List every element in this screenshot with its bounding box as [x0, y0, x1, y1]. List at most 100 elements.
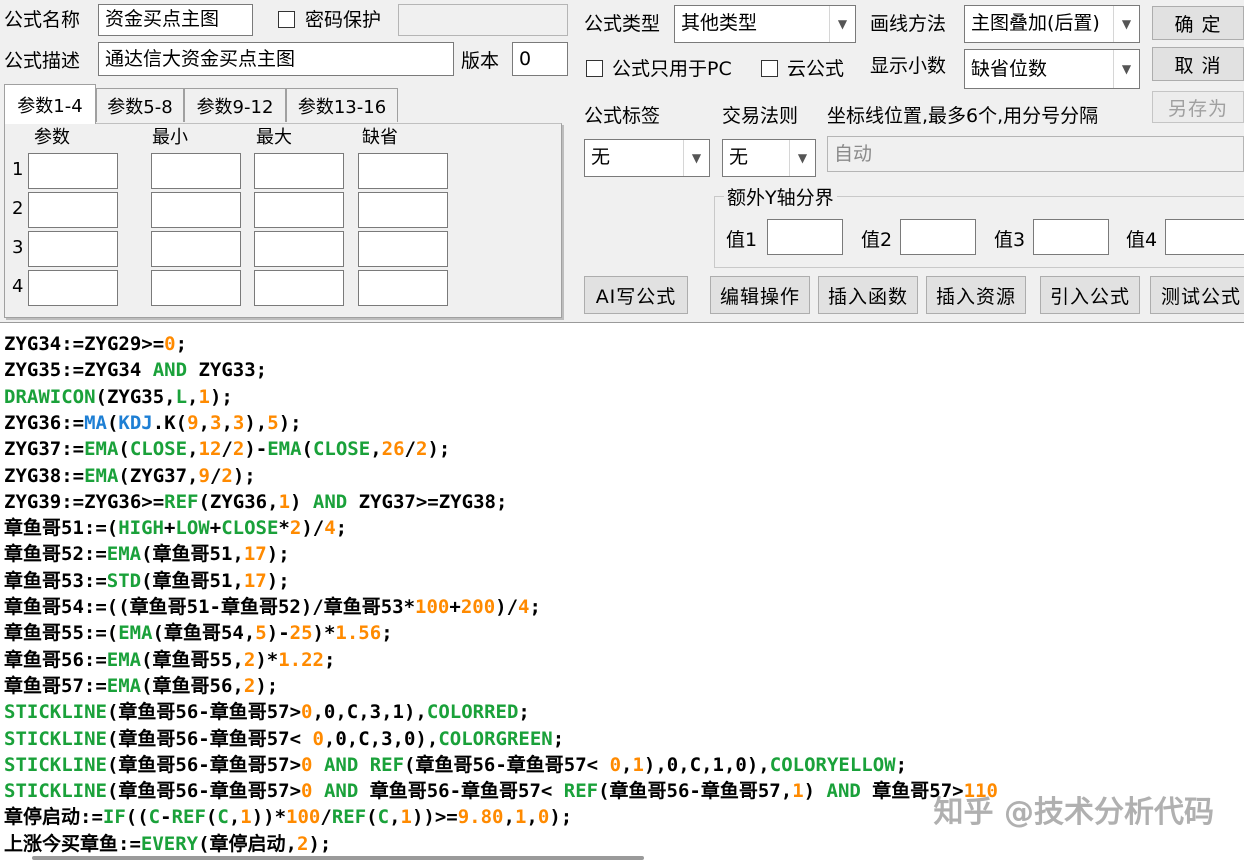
code-token: REF [369, 753, 405, 776]
param-1-default-input[interactable] [358, 153, 448, 189]
code-token: EMA [106, 648, 142, 671]
param-4-name-input[interactable] [28, 270, 118, 306]
code-token: 1 [514, 806, 527, 829]
cloud-checkbox[interactable] [761, 60, 778, 77]
draw-method-label: 画线方法 [870, 13, 947, 35]
param-3-name-input[interactable] [28, 231, 118, 267]
code-token: (章鱼哥56-章鱼哥57< [106, 727, 313, 750]
code-token: )- [244, 438, 268, 461]
pc-only-checkbox[interactable] [586, 60, 603, 77]
code-token: EMA [106, 543, 142, 566]
code-token: ,0,C,3,0), [323, 727, 439, 750]
password-checkbox[interactable] [278, 11, 295, 28]
code-token: 章鱼哥56-章鱼哥57< [358, 780, 564, 803]
code-line: 章鱼哥55:=(EMA(章鱼哥54,5)-25)*1.56; [4, 620, 393, 646]
param-4-default-input[interactable] [358, 270, 448, 306]
pc-only-label: 公式只用于PC [612, 58, 732, 80]
code-token: 章停启动:= [4, 806, 103, 829]
tab-params-1-4[interactable]: 参数1-4 [4, 84, 96, 124]
code-line: 上涨今买章鱼:=EVERY(章停启动,2); [4, 831, 331, 857]
param-2-min-input[interactable] [151, 192, 241, 228]
version-input[interactable]: 0 [512, 42, 568, 76]
code-token: C [148, 806, 161, 829]
trade-rule-value: 无 [729, 146, 749, 168]
code-token: ; [518, 701, 530, 724]
code-token: ); [266, 569, 290, 592]
save-as-button[interactable]: 另存为 [1152, 91, 1244, 123]
code-token: / [209, 464, 222, 487]
code-token: 12 [198, 438, 222, 461]
code-token: (章鱼哥51, [141, 569, 244, 592]
cancel-button[interactable]: 取 消 [1152, 47, 1244, 81]
formula-tag-select[interactable]: 无 ▼ [584, 139, 710, 177]
code-token: * [278, 517, 290, 540]
code-line: 章鱼哥57:=EMA(章鱼哥56,2); [4, 673, 278, 699]
code-token: 章鱼哥52:= [4, 543, 107, 566]
code-token: 0 [609, 753, 622, 776]
ai-write-button[interactable]: AI写公式 [584, 276, 688, 314]
formula-tag-label: 公式标签 [584, 105, 661, 127]
code-token: 2 [243, 648, 256, 671]
import-formula-button[interactable]: 引入公式 [1040, 276, 1140, 314]
cloud-label: 云公式 [787, 58, 845, 80]
code-token: L [175, 385, 188, 408]
tab-params-5-8[interactable]: 参数5-8 [96, 88, 184, 122]
code-token: 1 [278, 490, 291, 513]
param-3-max-input[interactable] [254, 231, 344, 267]
code-token: )* [312, 622, 336, 645]
horizontal-scrollbar[interactable] [32, 856, 644, 860]
param-4-max-input[interactable] [254, 270, 344, 306]
code-token: 2 [289, 517, 302, 540]
code-token: 0 [301, 701, 313, 724]
param-3-default-input[interactable] [358, 231, 448, 267]
yaxis-value-4-input[interactable] [1165, 219, 1244, 255]
tab-params-13-16[interactable]: 参数13-16 [286, 88, 398, 122]
yaxis-value-2-input[interactable] [900, 219, 976, 255]
code-token: 2 [243, 674, 256, 697]
edit-ops-button[interactable]: 编辑操作 [710, 276, 810, 314]
password-input[interactable] [398, 4, 568, 36]
code-token: (章鱼哥56-章鱼哥57> [106, 701, 302, 724]
formula-desc-input[interactable]: 通达信大资金买点主图 [98, 42, 454, 76]
param-1-min-input[interactable] [151, 153, 241, 189]
code-token: (章停启动, [198, 832, 297, 855]
param-2-name-input[interactable] [28, 192, 118, 228]
code-token: (章鱼哥51, [141, 543, 244, 566]
coord-line-input[interactable]: 自动 [827, 136, 1244, 172]
test-formula-button[interactable]: 测试公式 [1150, 276, 1244, 314]
draw-method-select[interactable]: 主图叠加(后置) ▼ [964, 5, 1140, 43]
yaxis-value-1-input[interactable] [767, 219, 843, 255]
tab-params-9-12[interactable]: 参数9-12 [184, 88, 286, 122]
code-token: + [209, 517, 222, 540]
code-line: 章鱼哥54:=((章鱼哥51-章鱼哥52)/章鱼哥53*100+200)/4; [4, 594, 541, 620]
code-editor[interactable]: ZYG34:=ZYG29>=0; ZYG35:=ZYG34 AND ZYG33; D… [0, 322, 1244, 864]
param-1-name-input[interactable] [28, 153, 118, 189]
code-token: 17 [243, 569, 267, 592]
code-line: ZYG34:=ZYG29>=0; [4, 331, 187, 357]
formula-name-input[interactable]: 资金买点主图 [98, 4, 253, 36]
code-token: EMA [106, 674, 142, 697]
trade-rule-label: 交易法则 [722, 105, 799, 127]
insert-resource-button[interactable]: 插入资源 [926, 276, 1026, 314]
code-token: 章鱼哥51:=( [4, 517, 119, 540]
param-2-max-input[interactable] [254, 192, 344, 228]
code-token: ; [381, 622, 393, 645]
code-token: (ZYG37, [118, 464, 199, 487]
formula-desc-label: 公式描述 [4, 50, 81, 72]
code-token: HIGH [118, 517, 164, 540]
code-token: 4 [518, 596, 530, 618]
code-token: ZYG35:=ZYG34 [4, 359, 153, 382]
yaxis-value-3-input[interactable] [1033, 219, 1109, 255]
formula-type-select[interactable]: 其他类型 ▼ [674, 5, 856, 43]
insert-function-button[interactable]: 插入函数 [818, 276, 918, 314]
param-4-min-input[interactable] [151, 270, 241, 306]
param-1-max-input[interactable] [254, 153, 344, 189]
code-token: 1.22 [278, 648, 324, 671]
ok-button[interactable]: 确 定 [1152, 6, 1244, 40]
param-2-default-input[interactable] [358, 192, 448, 228]
param-3-min-input[interactable] [151, 231, 241, 267]
decimals-select[interactable]: 缺省位数 ▼ [964, 49, 1140, 89]
code-line: STICKLINE(章鱼哥56-章鱼哥57>0 AND REF(章鱼哥56-章鱼… [4, 752, 907, 778]
trade-rule-select[interactable]: 无 ▼ [722, 139, 816, 177]
